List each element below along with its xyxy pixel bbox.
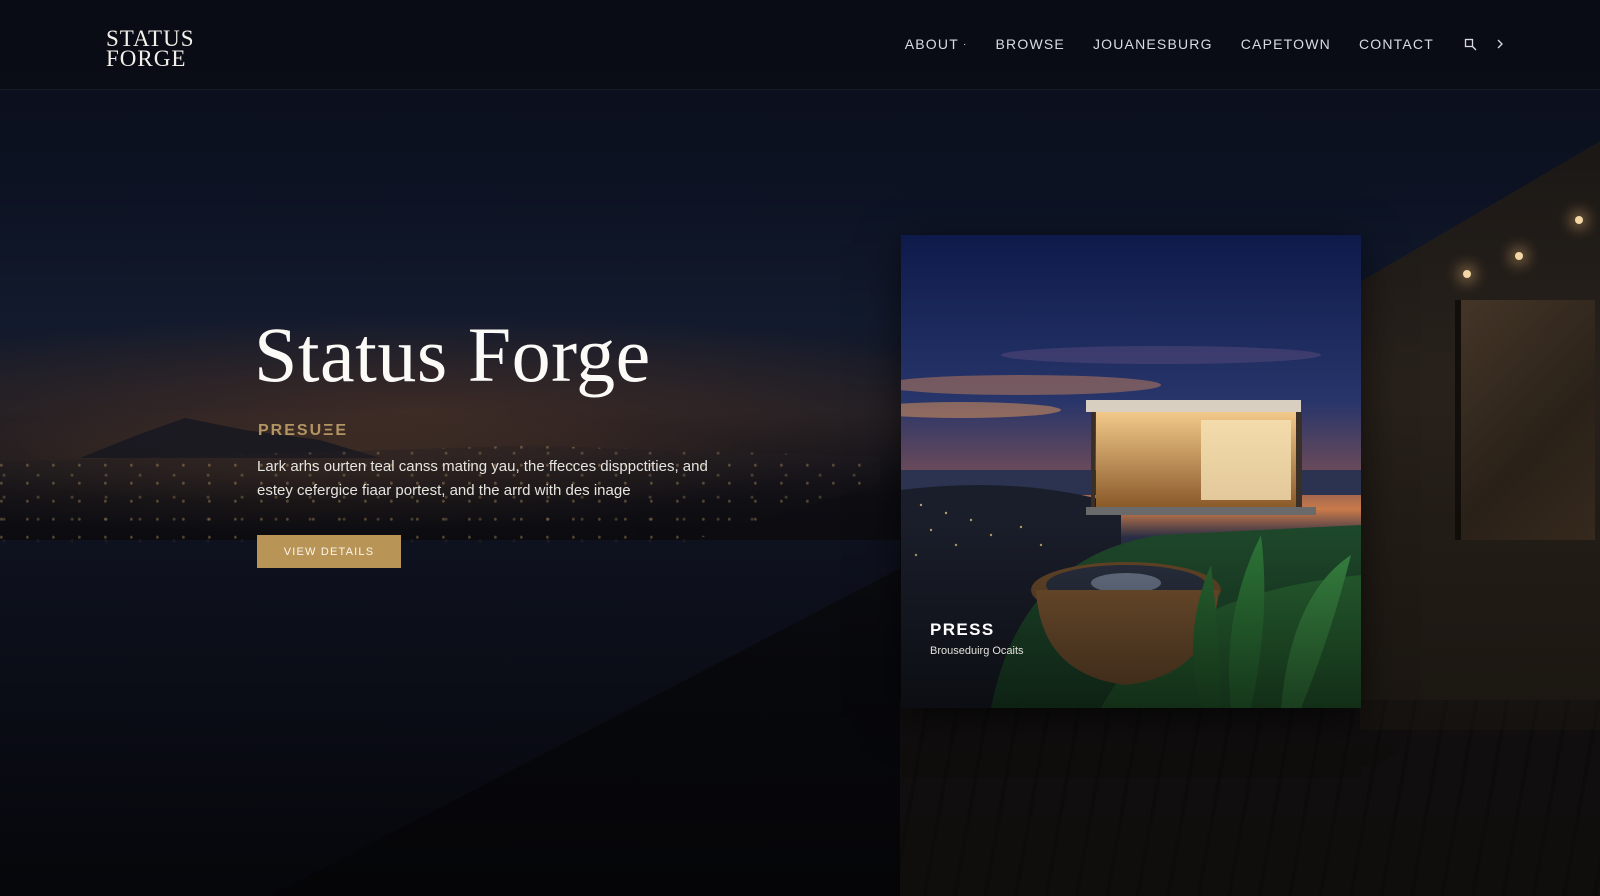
dropdown-dot-icon: ·	[962, 39, 968, 50]
nav-item-label: CONTACT	[1358, 36, 1434, 52]
page: STATUS FORGE ABOUT · BROWSE JOUANESBURG C…	[0, 0, 1600, 896]
nav-item-capetown[interactable]: CAPETOWN	[1241, 36, 1331, 52]
site-header: STATUS FORGE ABOUT · BROWSE JOUANESBURG C…	[0, 0, 1600, 90]
nav-item-browse[interactable]: BROWSE	[996, 36, 1065, 52]
chevron-right-icon[interactable]	[1492, 36, 1508, 52]
background-ceiling-light	[1515, 252, 1523, 260]
hero-title: Status Forge	[254, 311, 651, 398]
brand-logo[interactable]: STATUS FORGE	[106, 27, 216, 71]
main-nav: ABOUT · BROWSE JOUANESBURG CAPETOWN CONTA…	[905, 36, 1508, 52]
featured-property-card[interactable]: PRESS Brouseduirg Ocaits	[901, 235, 1361, 708]
view-details-button[interactable]: VIEW DETAILS	[257, 535, 401, 568]
background-ceiling-light	[1575, 216, 1583, 224]
background-wooden-deck	[900, 700, 1600, 896]
background-house-window	[1455, 300, 1595, 540]
brand-logo-line-2: FORGE	[106, 46, 187, 71]
nav-item-johannesburg[interactable]: JOUANESBURG	[1093, 36, 1213, 52]
search-icon[interactable]	[1462, 36, 1478, 52]
nav-item-contact[interactable]: CONTACT	[1359, 36, 1434, 52]
nav-item-label: CAPETOWN	[1240, 36, 1331, 52]
nav-icons	[1462, 36, 1508, 52]
hero-description: Lark arhs ourten teal canss mating yau, …	[257, 458, 708, 499]
card-subtitle: Brouseduirg Ocaits	[930, 645, 1024, 657]
nav-item-about[interactable]: ABOUT ·	[905, 36, 968, 52]
nav-item-label: JOUANESBURG	[1092, 36, 1213, 52]
card-label: PRESS	[930, 620, 995, 639]
background-ceiling-light	[1463, 270, 1471, 278]
nav-item-label: ABOUT	[904, 36, 959, 52]
nav-item-label: BROWSE	[995, 36, 1065, 52]
hero-eyebrow: PRESUΞE	[258, 422, 349, 439]
